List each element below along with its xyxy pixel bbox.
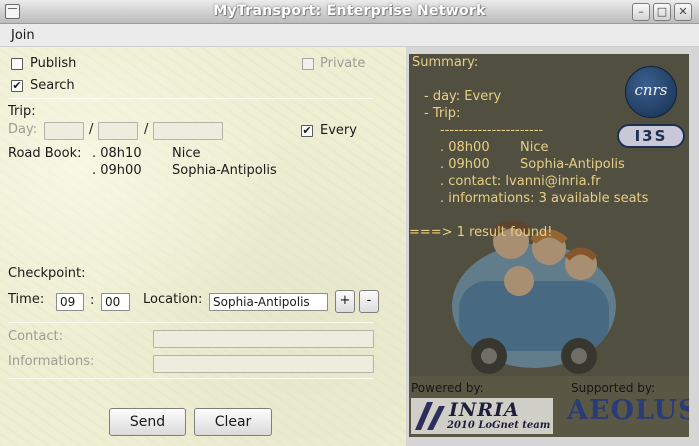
separator <box>8 98 373 99</box>
summary-stop-time: . 08h00 <box>440 140 490 155</box>
roadbook-label: Road Book: <box>8 146 82 161</box>
cnrs-logo: cnrs <box>625 66 677 118</box>
summary-informations: . informations: 3 available seats <box>440 191 649 206</box>
summary-title: Summary: <box>412 55 479 70</box>
roadbook-place: Nice <box>172 146 201 161</box>
summary-day: - day: Every <box>424 89 502 104</box>
roadbook-time: . 09h00 <box>92 163 142 178</box>
informations-label: Informations: <box>8 354 95 369</box>
maximize-button[interactable]: □ <box>653 3 671 21</box>
car-illustration <box>452 220 616 374</box>
informations-field[interactable] <box>153 355 374 373</box>
search-label: Search <box>30 78 75 93</box>
checkpoint-label: Checkpoint: <box>8 266 86 281</box>
trip-label: Trip: <box>8 104 36 119</box>
private-label: Private <box>320 56 366 71</box>
menu-join[interactable]: Join <box>11 28 35 43</box>
summary-panel: Summary: - day: Every - Trip: ----------… <box>409 54 689 437</box>
summary-stop-place: Nice <box>520 140 549 155</box>
summary-stop-time: . 09h00 <box>440 157 490 172</box>
window-title: MyTransport: Enterprise Network <box>213 3 486 19</box>
publish-label: Publish <box>30 56 77 71</box>
summary-trip: - Trip: <box>424 106 461 121</box>
inria-logo-text: INRIA <box>449 399 520 421</box>
private-checkbox[interactable] <box>302 58 314 70</box>
summary-stop-place: Sophia-Antipolis <box>520 157 625 172</box>
every-label: Every <box>320 123 357 138</box>
location-field[interactable]: Sophia-Antipolis <box>209 293 328 311</box>
date-separator: / <box>144 122 149 137</box>
search-checkbox[interactable]: ✔ <box>11 80 23 92</box>
inria-team-text: 2010 LoGnet team <box>447 420 551 431</box>
date-separator: / <box>89 122 94 137</box>
send-button[interactable]: Send <box>109 408 186 436</box>
clear-button[interactable]: Clear <box>194 408 272 436</box>
summary-divider: ---------------------- <box>440 123 544 138</box>
day-label: Day: <box>8 122 38 137</box>
summary-contact: . contact: lvanni@inria.fr <box>440 174 601 189</box>
location-label: Location: <box>143 292 203 307</box>
inria-mark-icon <box>415 402 445 430</box>
remove-checkpoint-button[interactable]: - <box>359 290 379 313</box>
every-checkbox[interactable]: ✔ <box>301 125 313 137</box>
menu-bar: Join <box>0 24 699 47</box>
month-field[interactable] <box>98 122 138 140</box>
minimize-button[interactable]: – <box>632 3 650 21</box>
summary-result: ===> 1 result found! <box>409 225 553 240</box>
i3s-logo-text: I3S <box>634 127 668 145</box>
powered-by-label: Powered by: <box>411 381 484 395</box>
application-window: MyTransport: Enterprise Network – □ ✕ Jo… <box>0 0 699 446</box>
checkmark-icon: ✔ <box>302 124 312 137</box>
publish-checkbox[interactable] <box>11 58 23 70</box>
contact-label: Contact: <box>8 329 63 344</box>
form-panel: Publish ✔ Search Private Trip: Day: / / … <box>0 47 406 446</box>
hour-field[interactable]: 09 <box>56 293 84 311</box>
contact-field[interactable] <box>153 330 374 348</box>
minute-field[interactable]: 00 <box>101 293 130 311</box>
supported-by-label: Supported by: <box>571 381 656 395</box>
aeolus-logo: AEOLUS <box>567 395 689 426</box>
year-field[interactable] <box>153 122 223 140</box>
i3s-logo: I3S <box>617 124 685 148</box>
separator <box>8 322 373 323</box>
inria-logo: INRIA 2010 LoGnet team <box>411 398 553 434</box>
checkmark-icon: ✔ <box>12 79 22 92</box>
time-colon: : <box>90 293 95 308</box>
add-checkpoint-button[interactable]: + <box>335 290 355 313</box>
roadbook-place: Sophia-Antipolis <box>172 163 277 178</box>
close-button[interactable]: ✕ <box>674 3 692 21</box>
day-field[interactable] <box>44 122 84 140</box>
time-label: Time: <box>8 292 45 307</box>
title-bar[interactable]: MyTransport: Enterprise Network – □ ✕ <box>0 0 699 24</box>
cnrs-logo-text: cnrs <box>634 81 668 99</box>
roadbook-time: . 08h10 <box>92 146 142 161</box>
separator <box>8 378 373 379</box>
